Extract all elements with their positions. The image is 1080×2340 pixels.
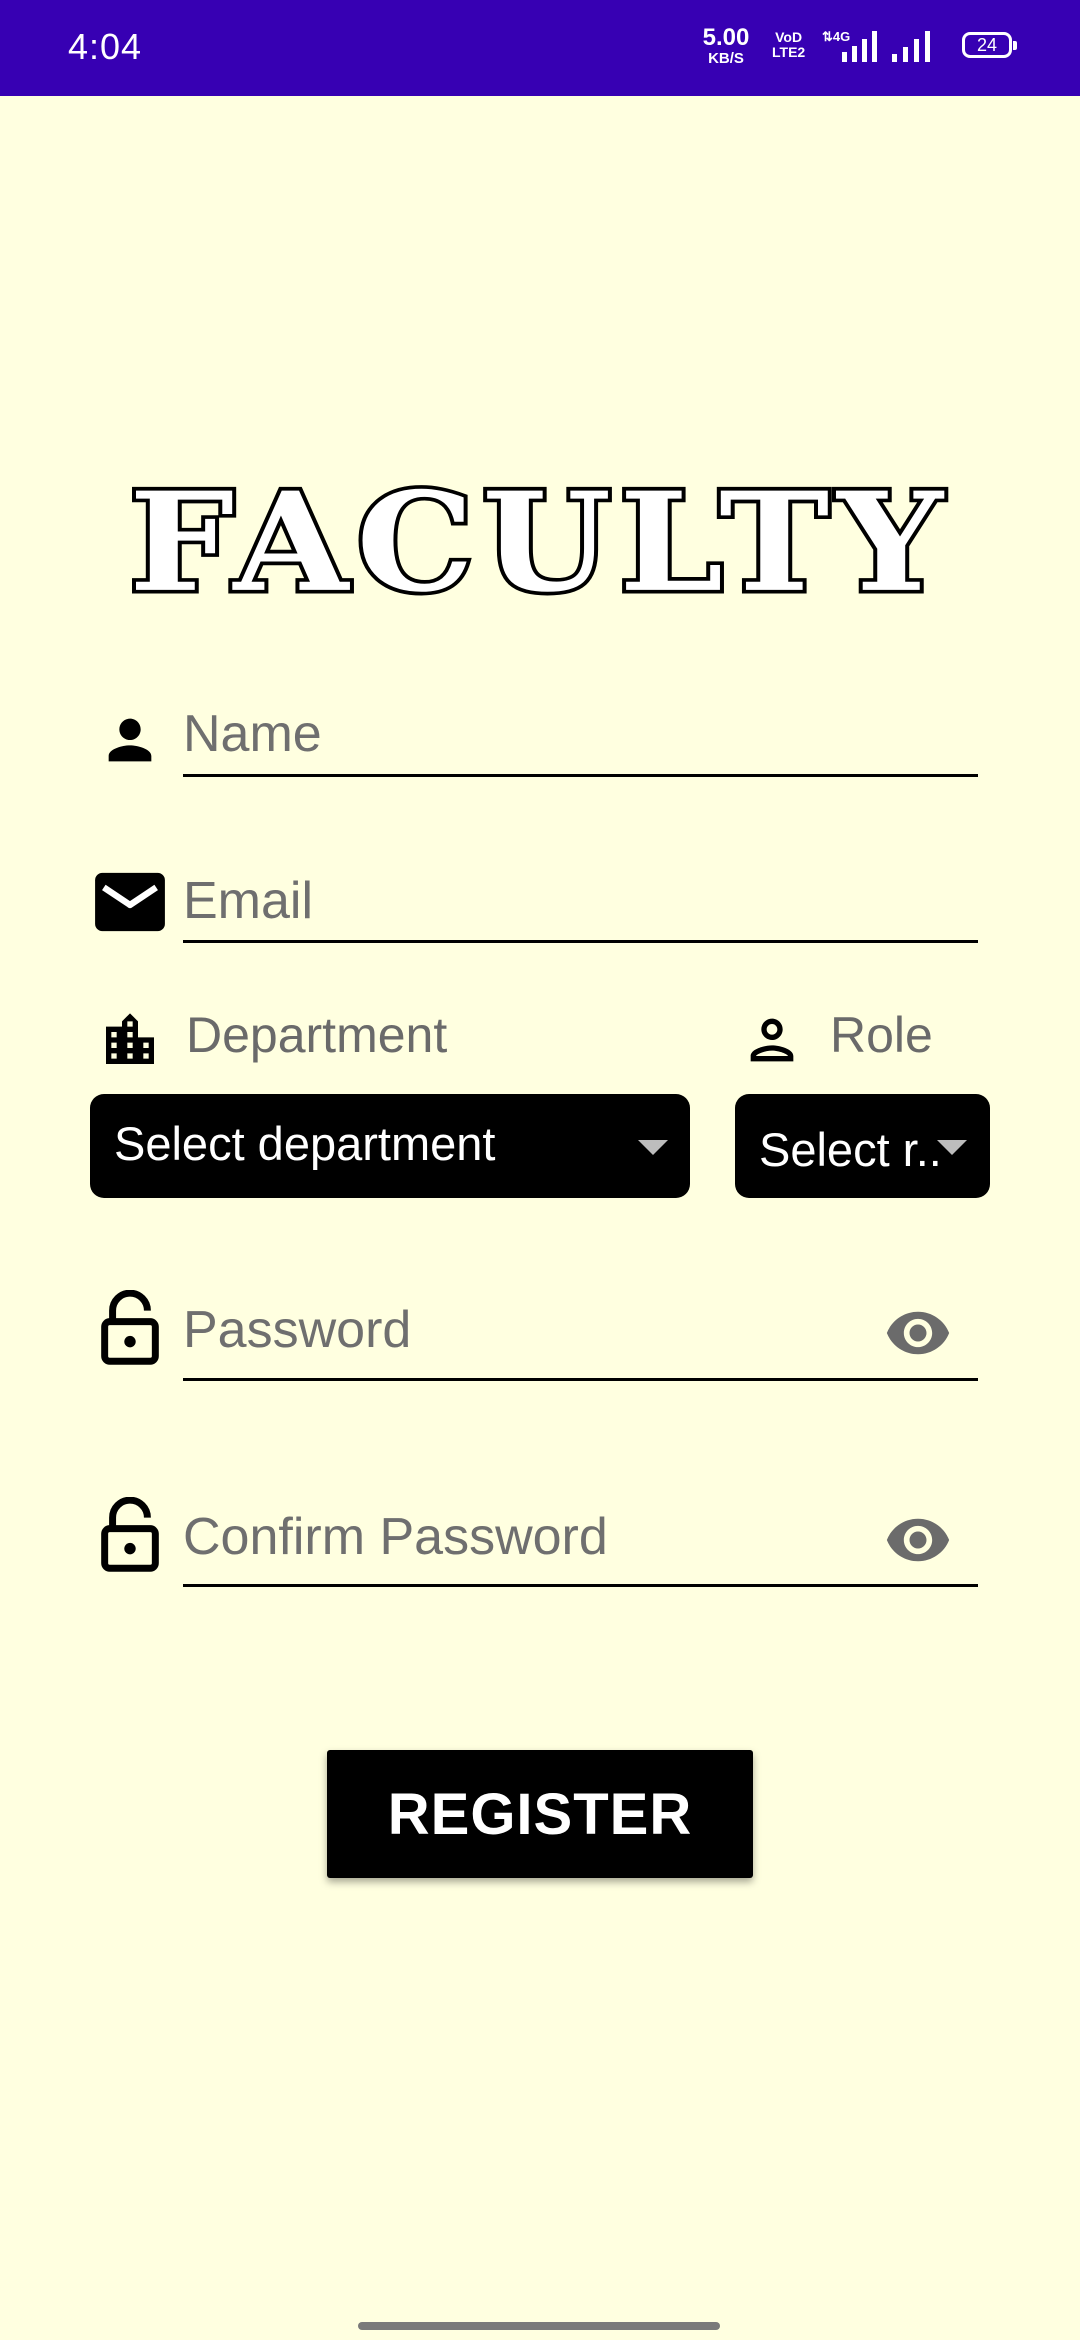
role-label: Role	[830, 1007, 933, 1063]
role-select[interactable]: Select r..	[735, 1094, 990, 1198]
chevron-down-icon	[638, 1140, 668, 1155]
battery-icon: 24	[962, 32, 1017, 58]
person-outline-icon	[750, 1018, 794, 1062]
gesture-nav-handle[interactable]	[358, 2322, 720, 2330]
data-arrows-4g-icon: ⇅4G	[822, 29, 877, 62]
lock-open-icon	[101, 1497, 159, 1572]
password-input[interactable]: Password	[183, 1300, 411, 1360]
department-select[interactable]: Select department	[90, 1094, 690, 1198]
department-label: Department	[186, 1007, 448, 1063]
network-speed: 5.00 KB/S	[696, 24, 756, 67]
lock-open-icon	[101, 1290, 159, 1365]
status-bar: 4:04 5.00 KB/S VoD LTE2 ⇅4G 24	[0, 0, 1080, 96]
confirm-password-underline	[183, 1584, 978, 1587]
role-select-value: Select r..	[759, 1123, 942, 1176]
eye-icon[interactable]	[884, 1304, 952, 1362]
department-select-value: Select department	[114, 1117, 496, 1170]
person-icon	[108, 718, 152, 762]
name-underline	[183, 774, 978, 777]
chevron-down-icon	[937, 1140, 967, 1155]
eye-icon[interactable]	[884, 1511, 952, 1569]
status-time: 4:04	[68, 26, 143, 67]
email-input[interactable]: Email	[183, 871, 313, 931]
name-input[interactable]: Name	[183, 704, 322, 764]
confirm-password-input[interactable]: Confirm Password	[183, 1507, 608, 1567]
status-icons: 5.00 KB/S VoD LTE2 ⇅4G 24	[660, 0, 1080, 96]
network-speed-unit: KB/S	[708, 50, 744, 67]
mail-icon	[95, 872, 165, 932]
page-title: FACULTY	[125, 461, 951, 623]
password-underline	[183, 1378, 978, 1381]
svg-text:⇅4G: ⇅4G	[822, 29, 850, 44]
volte-line1: VoD	[775, 29, 803, 45]
building-icon	[106, 1013, 154, 1064]
signal-icon	[892, 31, 930, 62]
volte-line2: LTE2	[772, 43, 806, 60]
email-underline	[183, 940, 978, 943]
volte-indicator: VoD LTE2	[772, 30, 805, 59]
network-speed-value: 5.00	[702, 24, 750, 51]
register-button[interactable]: REGISTER	[327, 1750, 753, 1878]
